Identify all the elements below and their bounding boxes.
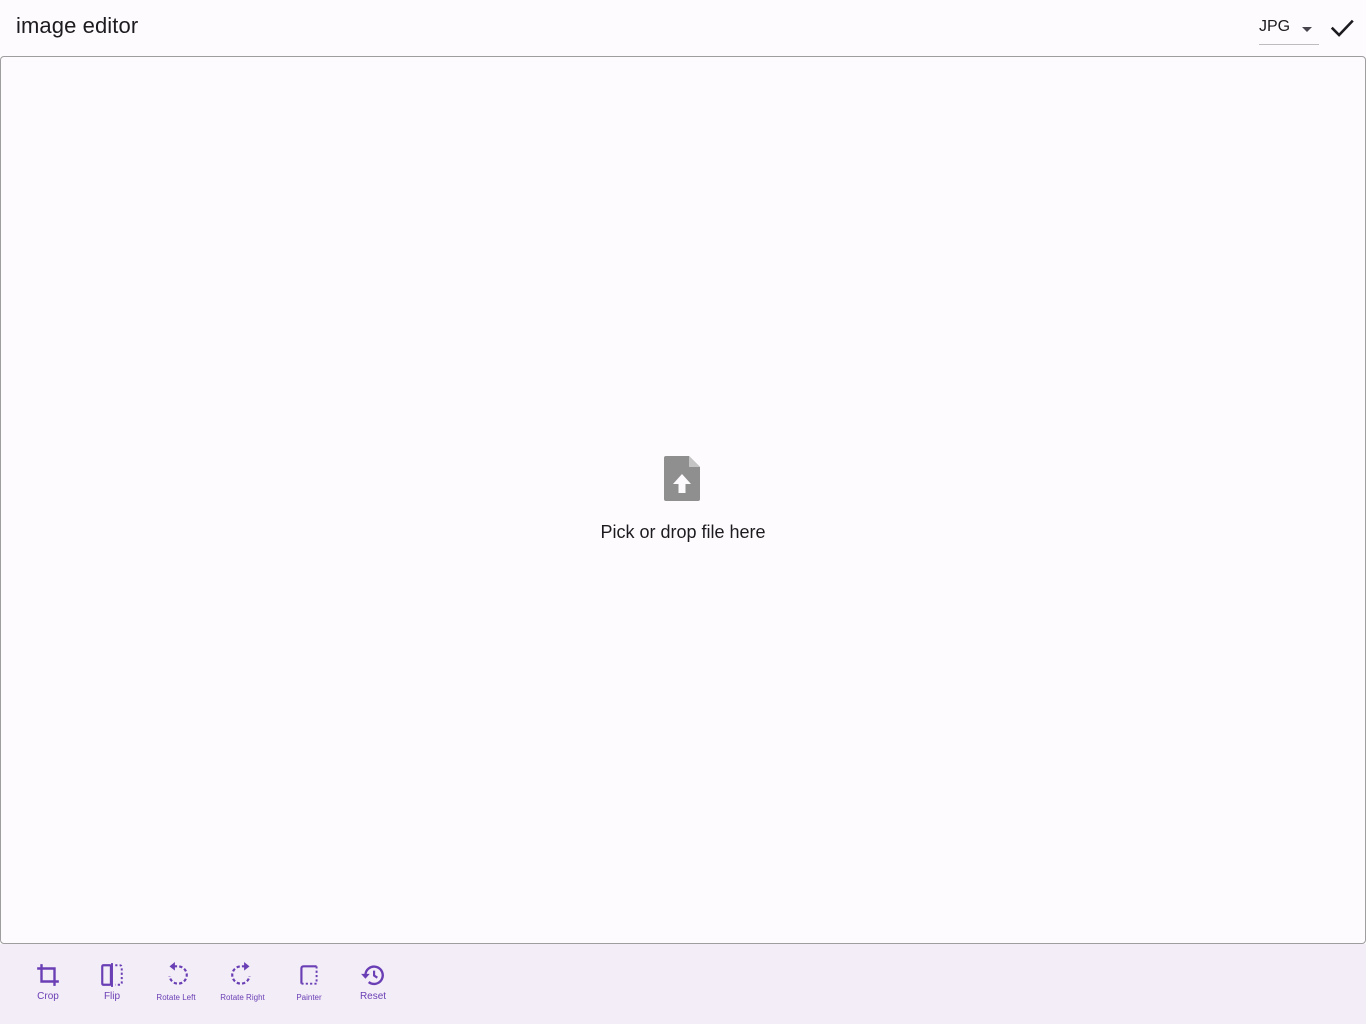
format-select[interactable]: JPG <box>1259 12 1319 45</box>
reset-label: Reset <box>359 991 387 1002</box>
reset-button[interactable]: Reset <box>353 944 393 1024</box>
crop-icon <box>37 964 59 986</box>
app-bar: image editor JPG <box>0 0 1366 56</box>
dropdown-arrow-icon <box>1302 27 1312 32</box>
rotate-left-button[interactable]: Rotate Left <box>151 944 201 1024</box>
crop-button[interactable]: Crop <box>28 944 68 1024</box>
crop-label: Crop <box>37 991 59 1002</box>
bottom-toolbar: Crop Flip Rotate Left Rotate Right Paint… <box>0 944 1366 1024</box>
rotate-right-icon <box>230 962 251 985</box>
rotate-right-button[interactable]: Rotate Right <box>215 944 270 1024</box>
painter-label: Painter <box>296 993 322 1002</box>
drop-instruction-text: Pick or drop file here <box>600 522 766 542</box>
painter-icon <box>300 965 318 985</box>
format-select-value: JPG <box>1259 18 1291 35</box>
page-title: image editor <box>16 13 139 38</box>
rotate-left-label: Rotate Left <box>156 993 196 1002</box>
upload-file-icon <box>664 456 700 501</box>
rotate-left-icon <box>168 962 188 985</box>
history-icon <box>361 965 384 986</box>
rotate-right-label: Rotate Right <box>220 993 265 1002</box>
check-icon[interactable] <box>1328 14 1356 42</box>
flip-label: Flip <box>103 991 121 1002</box>
flip-icon <box>101 963 123 987</box>
flip-button[interactable]: Flip <box>92 944 132 1024</box>
painter-button[interactable]: Painter <box>289 944 329 1024</box>
